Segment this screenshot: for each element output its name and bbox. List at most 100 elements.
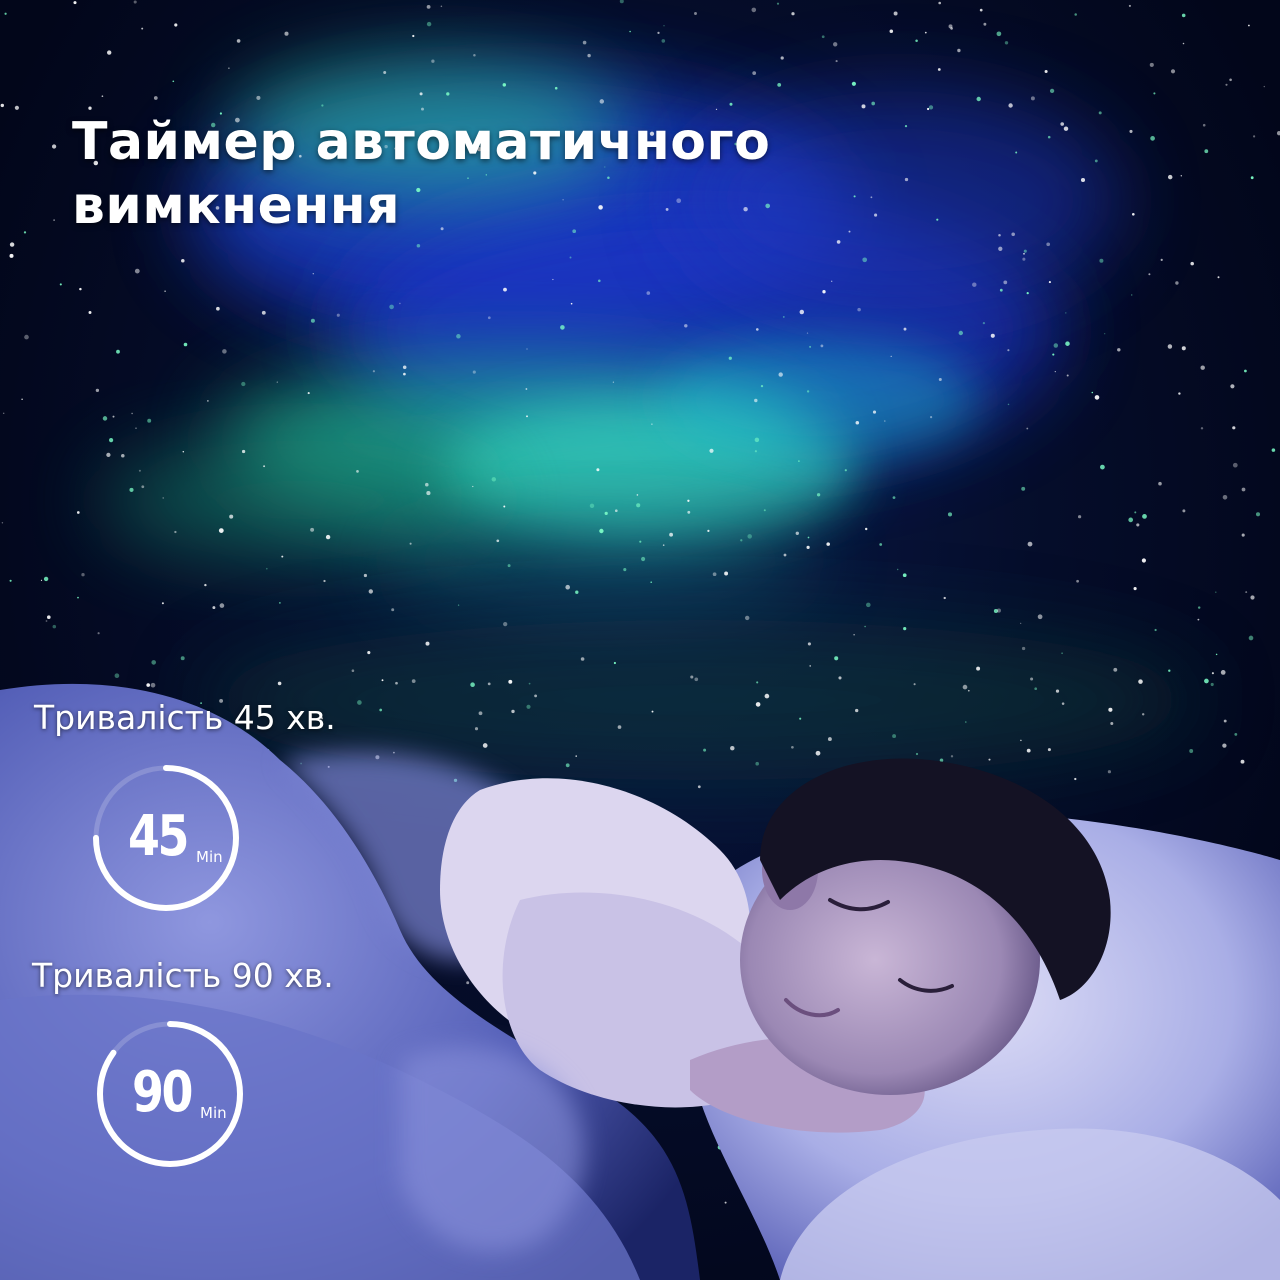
star bbox=[1021, 486, 1026, 491]
star bbox=[412, 34, 415, 38]
star bbox=[903, 327, 907, 331]
star bbox=[853, 634, 855, 636]
star bbox=[629, 30, 631, 33]
star bbox=[284, 31, 289, 36]
star bbox=[1094, 395, 1100, 400]
star bbox=[363, 573, 367, 578]
timer-90-badge: 90 Min bbox=[92, 1016, 248, 1172]
star bbox=[1197, 606, 1201, 609]
star bbox=[641, 556, 646, 562]
star bbox=[182, 450, 185, 453]
star bbox=[1020, 739, 1022, 742]
star bbox=[1060, 122, 1065, 126]
star bbox=[472, 485, 474, 488]
star bbox=[669, 532, 673, 537]
star bbox=[73, 1, 77, 5]
star bbox=[927, 107, 930, 111]
star bbox=[662, 544, 665, 546]
star bbox=[709, 448, 714, 453]
star bbox=[431, 59, 435, 63]
star bbox=[972, 282, 977, 287]
star bbox=[864, 527, 868, 531]
star bbox=[40, 579, 43, 582]
star bbox=[425, 641, 430, 646]
star bbox=[806, 390, 810, 393]
star bbox=[81, 573, 85, 577]
star bbox=[983, 22, 987, 26]
star bbox=[754, 450, 758, 453]
star bbox=[393, 751, 395, 754]
star bbox=[1211, 672, 1214, 675]
star bbox=[391, 608, 395, 612]
star bbox=[478, 711, 483, 716]
star bbox=[45, 620, 48, 622]
star bbox=[1200, 365, 1205, 370]
star bbox=[526, 348, 528, 350]
star bbox=[1167, 174, 1173, 180]
star bbox=[1007, 403, 1010, 406]
star bbox=[1021, 646, 1026, 651]
star bbox=[357, 700, 362, 705]
star bbox=[487, 316, 491, 320]
star bbox=[146, 683, 150, 687]
star bbox=[1091, 391, 1094, 394]
star bbox=[937, 68, 941, 71]
star bbox=[1234, 732, 1238, 736]
star bbox=[325, 534, 331, 540]
star bbox=[619, 0, 624, 4]
star bbox=[1232, 426, 1236, 430]
star bbox=[657, 31, 660, 35]
star bbox=[976, 666, 981, 671]
star bbox=[807, 536, 810, 539]
star bbox=[51, 144, 57, 149]
star bbox=[755, 702, 761, 707]
star bbox=[1230, 384, 1235, 389]
star bbox=[107, 50, 112, 55]
star bbox=[821, 35, 825, 39]
star bbox=[79, 287, 82, 291]
star bbox=[336, 313, 340, 317]
star bbox=[153, 96, 158, 100]
star bbox=[569, 256, 572, 259]
star bbox=[565, 763, 570, 768]
star bbox=[95, 388, 100, 393]
star bbox=[806, 545, 810, 550]
star bbox=[174, 530, 177, 534]
star bbox=[751, 7, 757, 13]
star bbox=[694, 677, 699, 682]
star bbox=[395, 681, 398, 685]
star bbox=[310, 527, 315, 532]
star bbox=[755, 761, 759, 766]
star bbox=[650, 581, 653, 584]
star bbox=[651, 710, 654, 713]
star bbox=[851, 81, 856, 86]
star bbox=[612, 381, 615, 383]
star bbox=[962, 684, 968, 690]
star bbox=[1247, 24, 1250, 27]
star bbox=[180, 656, 185, 661]
star bbox=[1182, 509, 1186, 513]
star bbox=[580, 657, 585, 661]
star bbox=[101, 95, 104, 98]
star bbox=[1098, 111, 1102, 115]
star bbox=[820, 344, 824, 348]
star bbox=[266, 567, 268, 570]
star bbox=[947, 512, 953, 517]
star bbox=[831, 280, 833, 282]
star bbox=[724, 571, 729, 576]
star bbox=[913, 683, 916, 686]
star bbox=[809, 345, 812, 348]
star bbox=[729, 102, 733, 106]
star bbox=[744, 615, 750, 621]
star bbox=[844, 469, 847, 472]
star bbox=[279, 602, 281, 604]
star bbox=[747, 534, 752, 539]
star bbox=[950, 755, 954, 758]
star bbox=[351, 669, 355, 672]
star bbox=[1049, 88, 1055, 94]
star bbox=[1061, 702, 1065, 705]
star bbox=[528, 682, 531, 685]
star bbox=[1094, 159, 1098, 163]
star bbox=[1141, 713, 1145, 716]
star bbox=[928, 105, 934, 110]
